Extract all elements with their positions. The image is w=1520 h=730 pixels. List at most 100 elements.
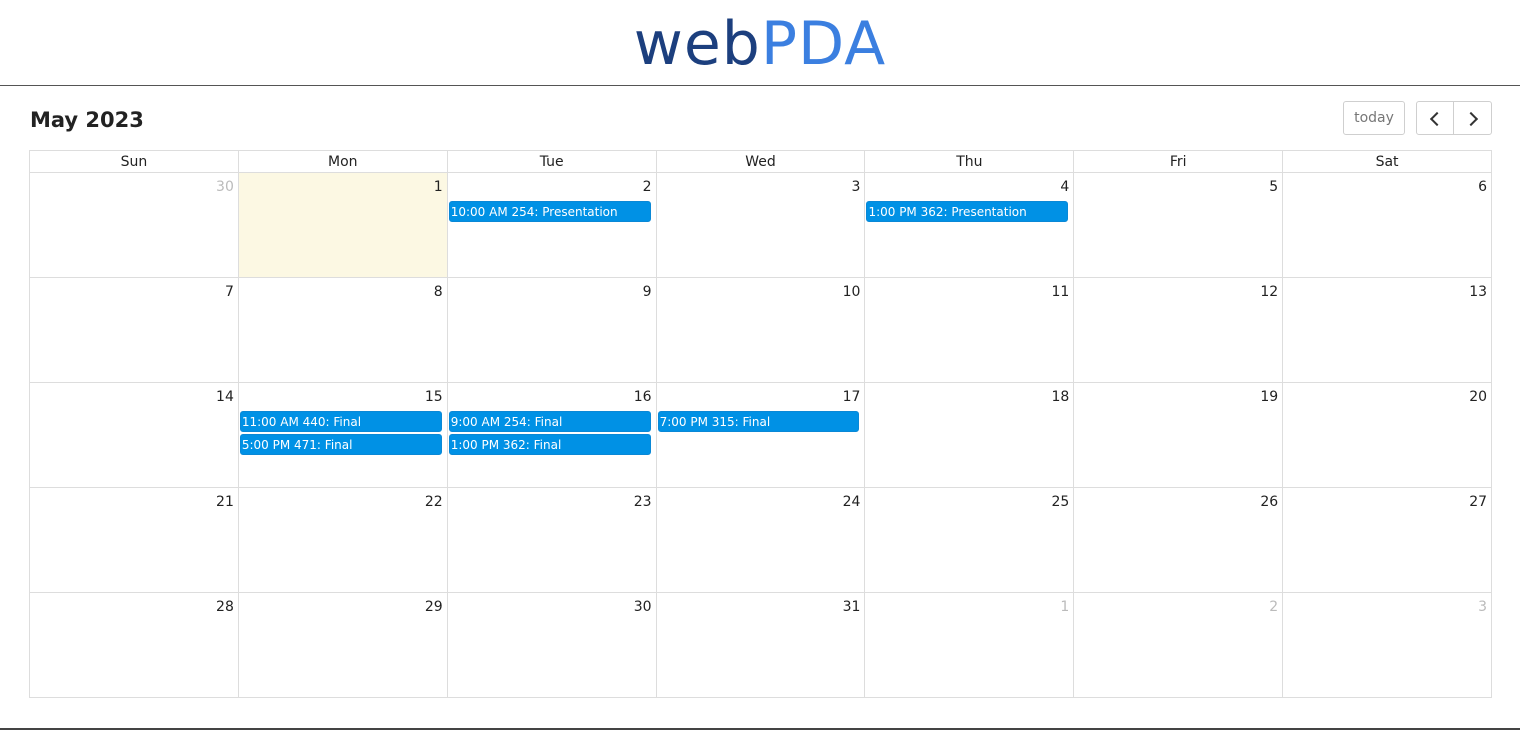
day-cell[interactable]: 1 bbox=[865, 593, 1075, 698]
day-number[interactable]: 9 bbox=[643, 284, 652, 300]
day-of-week-header: Sun Mon Tue Wed Thu Fri Sat bbox=[29, 150, 1493, 173]
day-cell[interactable]: 2 bbox=[1074, 593, 1284, 698]
calendar-grid: 30 1 2 10:00 AM 254: Presentation 3 4 1:00 PM … bbox=[29, 173, 1493, 698]
day-events: 11:00 AM 440: Final 5:00 PM 471: Final bbox=[239, 411, 447, 457]
day-cell[interactable]: 11 bbox=[865, 278, 1075, 383]
site-header: webPDA bbox=[0, 0, 1520, 86]
day-cell[interactable]: 16 9:00 AM 254: Final 1:00 PM 362: Final bbox=[447, 383, 657, 488]
site-logo[interactable]: webPDA bbox=[0, 6, 1520, 82]
day-number[interactable]: 20 bbox=[1469, 389, 1487, 405]
day-number[interactable]: 30 bbox=[216, 179, 234, 195]
day-events: 9:00 AM 254: Final 1:00 PM 362: Final bbox=[448, 411, 656, 457]
day-number[interactable]: 10 bbox=[843, 284, 861, 300]
day-number[interactable]: 12 bbox=[1260, 284, 1278, 300]
calendar-toolbar: May 2023 today bbox=[30, 100, 1492, 140]
day-cell[interactable]: 18 bbox=[865, 383, 1075, 488]
day-number[interactable]: 6 bbox=[1478, 179, 1487, 195]
day-number[interactable]: 22 bbox=[425, 494, 443, 510]
day-cell[interactable]: 20 bbox=[1283, 383, 1493, 488]
day-cell[interactable]: 21 bbox=[30, 488, 239, 593]
calendar-week-row: 21 22 23 24 25 26 27 bbox=[30, 488, 1493, 593]
day-number[interactable]: 30 bbox=[634, 599, 652, 615]
calendar-week-row: 14 15 11:00 AM 440: Final 5:00 PM 471: Fina… bbox=[30, 383, 1493, 488]
chevron-left-icon bbox=[1429, 111, 1445, 127]
day-cell[interactable]: 13 bbox=[1283, 278, 1493, 383]
day-events: 7:00 PM 315: Final bbox=[657, 411, 865, 434]
day-number[interactable]: 16 bbox=[634, 389, 652, 405]
day-number[interactable]: 14 bbox=[216, 389, 234, 405]
day-cell[interactable]: 30 bbox=[30, 173, 239, 278]
day-cell[interactable]: 25 bbox=[865, 488, 1075, 593]
day-cell[interactable]: 8 bbox=[238, 278, 448, 383]
calendar-event[interactable]: 11:00 AM 440: Final bbox=[239, 411, 442, 432]
day-cell[interactable]: 30 bbox=[447, 593, 657, 698]
day-cell[interactable]: 15 11:00 AM 440: Final 5:00 PM 471: Final bbox=[238, 383, 448, 488]
day-number[interactable]: 28 bbox=[216, 599, 234, 615]
day-number[interactable]: 19 bbox=[1260, 389, 1278, 405]
day-number[interactable]: 31 bbox=[843, 599, 861, 615]
calendar-week-row: 30 1 2 10:00 AM 254: Presentation 3 4 1:00 PM … bbox=[30, 173, 1493, 278]
day-number[interactable]: 2 bbox=[1269, 599, 1278, 615]
day-cell[interactable]: 31 bbox=[656, 593, 866, 698]
day-number[interactable]: 1 bbox=[1060, 599, 1069, 615]
day-cell[interactable]: 6 bbox=[1283, 173, 1493, 278]
day-cell[interactable]: 28 bbox=[30, 593, 239, 698]
day-cell[interactable]: 22 bbox=[238, 488, 448, 593]
day-of-week-fri: Fri bbox=[1074, 151, 1284, 173]
day-number[interactable]: 2 bbox=[643, 179, 652, 195]
day-of-week-wed: Wed bbox=[656, 151, 866, 173]
day-cell[interactable]: 23 bbox=[447, 488, 657, 593]
day-cell[interactable]: 3 bbox=[656, 173, 866, 278]
day-number[interactable]: 3 bbox=[1478, 599, 1487, 615]
day-number[interactable]: 27 bbox=[1469, 494, 1487, 510]
logo-pda-text: PDA bbox=[760, 9, 887, 79]
day-number[interactable]: 26 bbox=[1260, 494, 1278, 510]
day-cell[interactable]: 26 bbox=[1074, 488, 1284, 593]
day-number[interactable]: 24 bbox=[843, 494, 861, 510]
day-cell[interactable]: 2 10:00 AM 254: Presentation bbox=[447, 173, 657, 278]
day-number[interactable]: 15 bbox=[425, 389, 443, 405]
day-cell[interactable]: 4 1:00 PM 362: Presentation bbox=[865, 173, 1075, 278]
day-cell[interactable]: 5 bbox=[1074, 173, 1284, 278]
calendar-event[interactable]: 9:00 AM 254: Final bbox=[448, 411, 651, 432]
day-number[interactable]: 25 bbox=[1051, 494, 1069, 510]
day-number[interactable]: 21 bbox=[216, 494, 234, 510]
day-number[interactable]: 8 bbox=[434, 284, 443, 300]
day-cell[interactable]: 12 bbox=[1074, 278, 1284, 383]
day-number[interactable]: 13 bbox=[1469, 284, 1487, 300]
calendar-event[interactable]: 1:00 PM 362: Presentation bbox=[866, 201, 1069, 222]
calendar-event[interactable]: 7:00 PM 315: Final bbox=[657, 411, 860, 432]
day-cell[interactable]: 7 bbox=[30, 278, 239, 383]
day-cell[interactable]: 27 bbox=[1283, 488, 1493, 593]
day-number[interactable]: 5 bbox=[1269, 179, 1278, 195]
calendar-week-row: 7 8 9 10 11 12 13 bbox=[30, 278, 1493, 383]
day-number[interactable]: 3 bbox=[852, 179, 861, 195]
day-number[interactable]: 17 bbox=[843, 389, 861, 405]
day-cell[interactable]: 29 bbox=[238, 593, 448, 698]
day-number[interactable]: 23 bbox=[634, 494, 652, 510]
day-cell[interactable]: 24 bbox=[656, 488, 866, 593]
day-cell[interactable]: 9 bbox=[447, 278, 657, 383]
day-cell[interactable]: 1 bbox=[238, 173, 448, 278]
day-cell[interactable]: 19 bbox=[1074, 383, 1284, 488]
day-number[interactable]: 29 bbox=[425, 599, 443, 615]
next-month-button[interactable] bbox=[1453, 101, 1492, 135]
day-cell[interactable]: 3 bbox=[1283, 593, 1493, 698]
day-cell[interactable]: 10 bbox=[656, 278, 866, 383]
prev-month-button[interactable] bbox=[1416, 101, 1454, 135]
day-number[interactable]: 1 bbox=[434, 179, 443, 195]
calendar-event[interactable]: 10:00 AM 254: Presentation bbox=[448, 201, 651, 222]
day-of-week-tue: Tue bbox=[447, 151, 657, 173]
calendar-event[interactable]: 1:00 PM 362: Final bbox=[448, 434, 651, 455]
chevron-right-icon bbox=[1463, 111, 1478, 127]
today-button[interactable]: today bbox=[1343, 101, 1405, 135]
calendar-event[interactable]: 5:00 PM 471: Final bbox=[239, 434, 442, 455]
day-number[interactable]: 18 bbox=[1051, 389, 1069, 405]
logo-web-text: web bbox=[633, 9, 761, 79]
day-number[interactable]: 7 bbox=[225, 284, 234, 300]
day-cell[interactable]: 14 bbox=[30, 383, 239, 488]
day-number[interactable]: 11 bbox=[1051, 284, 1069, 300]
day-number[interactable]: 4 bbox=[1060, 179, 1069, 195]
day-cell[interactable]: 17 7:00 PM 315: Final bbox=[656, 383, 866, 488]
day-events: 1:00 PM 362: Presentation bbox=[865, 201, 1073, 224]
